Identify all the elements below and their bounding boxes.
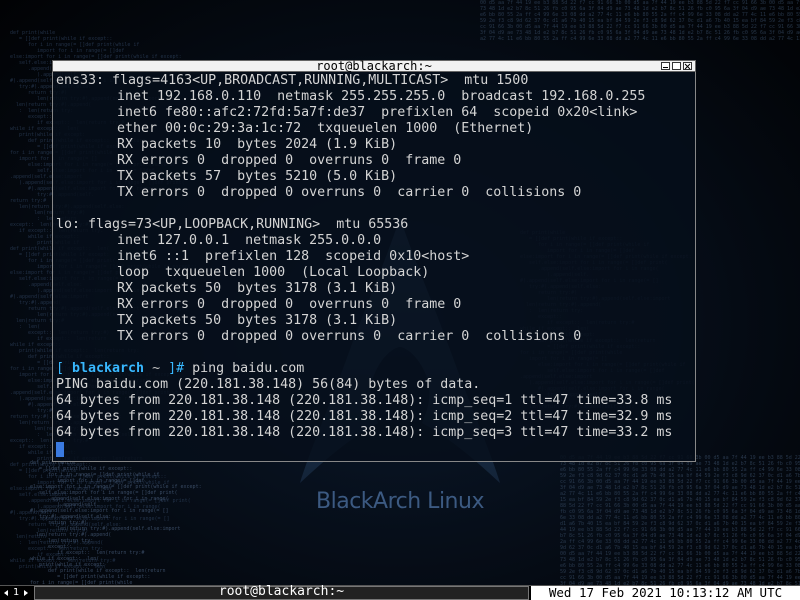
clock: Wed 17 Feb 2021 10:13:12 AM UTC — [531, 586, 800, 600]
ping-output-line: 64 bytes from 220.181.38.148 (220.181.38… — [56, 425, 673, 440]
wallpaper-code-bottom-left: def print(while = []def print(while if e… — [30, 460, 202, 585]
terminal-cursor[interactable] — [56, 442, 64, 457]
prompt-open: [ — [56, 361, 73, 376]
terminal-line: lo: flags=73<UP,LOOPBACK,RUNNING> mtu 65… — [56, 217, 409, 232]
terminal-line: TX errors 0 dropped 0 overruns 0 carrier… — [117, 329, 582, 344]
workspace-number[interactable]: 1 — [13, 586, 19, 599]
terminal-line: RX packets 50 bytes 3178 (3.1 KiB) — [117, 281, 398, 296]
terminal-line: RX errors 0 dropped 0 overruns 0 frame 0 — [117, 153, 462, 168]
taskbar-window-title: root@blackarch:~ — [218, 584, 345, 599]
wallpaper-hex-bottom-right: 00 d5 aa 7f 44 19 ee b3 88 5d 22 f7 cc 9… — [560, 455, 800, 585]
terminal-window[interactable]: root@blackarch:~ ens33: flags=4163<UP,BR… — [52, 59, 696, 462]
window-titlebar[interactable]: root@blackarch:~ — [52, 59, 696, 73]
terminal-line: inet 127.0.0.1 netmask 255.0.0.0 — [117, 233, 382, 248]
prompt-user: blackarch — [72, 361, 145, 376]
minimize-icon[interactable] — [661, 62, 670, 70]
terminal-line: inet 192.168.0.110 netmask 255.255.255.0… — [117, 89, 646, 104]
terminal-line: RX errors 0 dropped 0 overruns 0 frame 0 — [117, 297, 462, 312]
ping-output-line: PING baidu.com (220.181.38.148) 56(84) b… — [56, 377, 481, 392]
terminal-line: inet6 ::1 prefixlen 128 scopeid 0x10<hos… — [117, 249, 470, 264]
prompt-cwd: ~ — [144, 361, 169, 376]
workspace-next-icon[interactable] — [24, 590, 28, 596]
terminal-line: TX packets 57 bytes 5210 (5.0 KiB) — [117, 169, 398, 184]
prompt-command: ping baidu.com — [192, 361, 305, 376]
terminal-line: RX packets 10 bytes 2024 (1.9 KiB) — [117, 137, 398, 152]
prompt-close: ]# — [168, 361, 193, 376]
taskbar-window-button[interactable]: root@blackarch:~ — [34, 584, 529, 600]
ping-output-line: 64 bytes from 220.181.38.148 (220.181.38… — [56, 409, 673, 424]
close-icon[interactable] — [683, 62, 692, 70]
terminal-line: ens33: flags=4163<UP,BROADCAST,RUNNING,M… — [56, 73, 529, 88]
terminal-line: TX errors 0 dropped 0 overruns 0 carrier… — [117, 185, 582, 200]
taskbar: 1 root@blackarch:~ Wed 17 Feb 2021 10:13… — [0, 584, 800, 600]
ping-output-line: 64 bytes from 220.181.38.148 (220.181.38… — [56, 393, 673, 408]
terminal-line: inet6 fe80::afc2:72fd:5a7f:de37 prefixle… — [117, 105, 638, 120]
maximize-icon[interactable] — [672, 62, 681, 70]
shell-prompt-line: [ blackarch ~ ]# ping baidu.com — [56, 361, 304, 377]
window-title: root@blackarch:~ — [316, 59, 432, 73]
blackarch-logo-text: BlackArch Linux — [316, 489, 484, 514]
terminal-line: ether 00:0c:29:3a:1c:72 txqueuelen 1000 … — [117, 121, 534, 136]
workspace-prev-icon[interactable] — [4, 590, 8, 596]
terminal-line: loop txqueuelen 1000 (Local Loopback) — [117, 265, 430, 280]
wallpaper-hex-top: 00 d5 aa 7f 44 19 ee b3 88 5d 22 f7 cc 9… — [480, 0, 800, 42]
terminal-line: TX packets 50 bytes 3178 (3.1 KiB) — [117, 313, 398, 328]
terminal-output[interactable]: ens33: flags=4163<UP,BROADCAST,RUNNING,M… — [52, 72, 696, 462]
